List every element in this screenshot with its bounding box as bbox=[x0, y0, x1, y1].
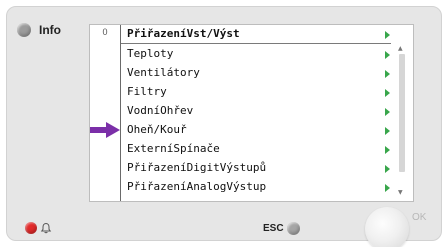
ok-label: OK bbox=[412, 212, 427, 223]
menu-item-label: ExterníSpínače bbox=[127, 142, 220, 155]
scroll-thumb[interactable] bbox=[399, 54, 405, 172]
menu-header[interactable]: PřiřazeníVst/Výst bbox=[121, 25, 391, 44]
alarm-button[interactable] bbox=[25, 222, 52, 234]
esc-label: ESC bbox=[263, 223, 284, 234]
scroll-down-icon[interactable]: ▼ bbox=[398, 190, 403, 196]
info-indicator-icon[interactable] bbox=[17, 23, 31, 37]
arrow-right-icon bbox=[385, 127, 390, 135]
menu-item-label: Filtry bbox=[127, 85, 167, 98]
arrow-right-icon bbox=[385, 51, 390, 59]
menu-item-prirazeni-digit-vystupu[interactable]: PřiřazeníDigitVýstupů bbox=[121, 159, 391, 178]
menu-item-label: PřiřazeníAnalogVýstup bbox=[127, 180, 267, 193]
row-number: 0 bbox=[102, 27, 108, 37]
menu-scrollbar[interactable]: ▲ ▼ bbox=[396, 45, 408, 200]
menu-item-prirazeni-analog-vystup[interactable]: PřiřazeníAnalogVýstup bbox=[121, 178, 391, 197]
arrow-right-icon bbox=[385, 165, 390, 173]
menu-display: 0 PřiřazeníVst/Výst Teploty Ventilátory … bbox=[89, 24, 414, 202]
bell-icon bbox=[40, 222, 52, 234]
menu-item-label: VodníOhřev bbox=[127, 104, 194, 117]
arrow-right-icon bbox=[385, 146, 390, 154]
esc-button[interactable]: ESC bbox=[263, 222, 300, 235]
menu-item-vodniohrev[interactable]: VodníOhřev bbox=[121, 102, 391, 121]
menu-item-ventilatory[interactable]: Ventilátory bbox=[121, 64, 391, 83]
menu-item-teploty[interactable]: Teploty bbox=[121, 45, 391, 64]
alarm-indicator-icon[interactable] bbox=[25, 222, 37, 234]
menu-item-filtry[interactable]: Filtry bbox=[121, 83, 391, 102]
selection-arrow-icon bbox=[90, 122, 120, 138]
menu-item-ohen-kour[interactable]: Oheň/Kouř bbox=[121, 121, 391, 140]
menu-header-label: PřiřazeníVst/Výst bbox=[127, 27, 240, 40]
ok-button[interactable] bbox=[365, 207, 409, 247]
scroll-up-icon[interactable]: ▲ bbox=[398, 46, 403, 52]
menu-item-externi-spinace[interactable]: ExterníSpínače bbox=[121, 140, 391, 159]
menu-item-label: Ventilátory bbox=[127, 66, 200, 79]
arrow-right-icon bbox=[385, 31, 390, 39]
menu-item-label: Teploty bbox=[127, 47, 174, 60]
menu-item-label: PřiřazeníDigitVýstupů bbox=[127, 161, 267, 174]
menu-item-label: Oheň/Kouř bbox=[127, 123, 187, 136]
esc-indicator-icon[interactable] bbox=[286, 222, 300, 235]
arrow-right-icon bbox=[385, 70, 390, 78]
arrow-right-icon bbox=[385, 108, 390, 116]
info-label: Info bbox=[39, 23, 61, 37]
info-button[interactable]: Info bbox=[17, 23, 61, 37]
arrow-right-icon bbox=[385, 184, 390, 192]
arrow-right-icon bbox=[385, 89, 390, 97]
